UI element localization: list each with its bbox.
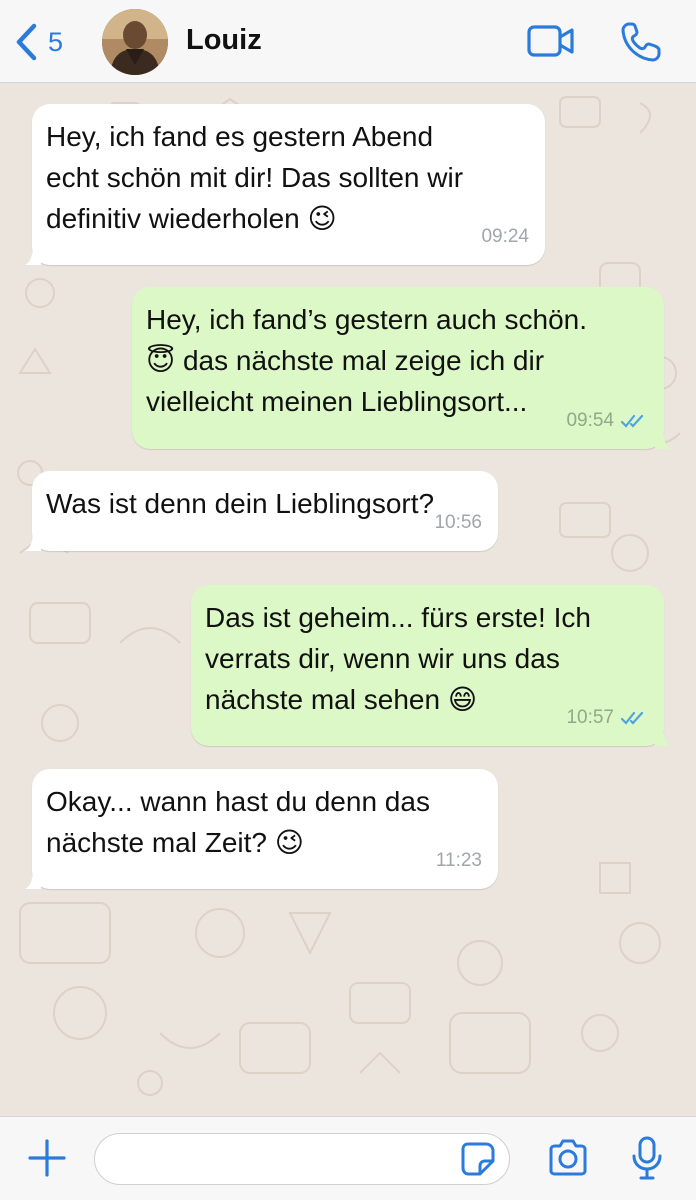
video-call-icon <box>527 25 574 57</box>
camera-icon <box>549 1139 587 1176</box>
back-button[interactable]: 5 <box>14 20 63 64</box>
message-bubble-incoming[interactable]: Was ist denn dein Lieblingsort? 10:56 <box>25 471 498 551</box>
message-text: Hey, ich fand’s gestern auch schön. <box>146 304 587 335</box>
message-text: Was ist denn dein Lieblingsort? <box>46 488 435 519</box>
message-time: 09:24 <box>481 226 529 247</box>
message-bubble-incoming[interactable]: Okay... wann hast du denn das nächste ma… <box>25 769 498 889</box>
microphone-icon <box>632 1136 662 1180</box>
read-receipt-icon <box>620 414 644 428</box>
message-text: definitiv wiederholen 😉 <box>46 203 337 234</box>
sticker-button[interactable] <box>460 1141 496 1182</box>
microphone-button[interactable] <box>630 1135 664 1186</box>
message-bubble-outgoing[interactable]: Hey, ich fand’s gestern auch schön. 😇 da… <box>132 287 671 449</box>
chevron-left-icon <box>16 23 37 61</box>
message-text: echt schön mit dir! Das sollten wir <box>46 162 464 193</box>
attach-button[interactable] <box>26 1137 68 1184</box>
message-text: Okay... wann hast du denn das <box>46 786 430 817</box>
contact-name[interactable]: Louiz <box>186 24 262 57</box>
voice-call-button[interactable] <box>619 20 663 69</box>
camera-button[interactable] <box>547 1139 589 1182</box>
message-time: 09:54 <box>566 410 614 431</box>
video-call-button[interactable] <box>526 20 576 67</box>
avatar[interactable] <box>102 9 168 75</box>
message-text: Hey, ich fand es gestern Abend <box>46 121 434 152</box>
message-input[interactable] <box>94 1133 510 1185</box>
message-text: verrats dir, wenn wir uns das <box>205 643 560 674</box>
read-receipt-icon <box>620 711 644 725</box>
message-time: 10:57 <box>566 707 614 728</box>
message-time: 11:23 <box>435 850 482 871</box>
chat-header: 5 Louiz <box>0 0 696 83</box>
message-text: nächste mal Zeit? 😉 <box>46 827 304 858</box>
message-text: Das ist geheim... fürs erste! Ich <box>205 602 591 633</box>
message-bubble-incoming[interactable]: Hey, ich fand es gestern Abend echt schö… <box>25 104 545 265</box>
message-input-bar <box>0 1116 696 1200</box>
chat-area[interactable]: Hey, ich fand es gestern Abend echt schö… <box>0 83 696 1116</box>
sticker-icon <box>461 1142 495 1176</box>
plus-icon <box>28 1139 66 1177</box>
message-time: 10:56 <box>434 512 482 533</box>
message-text: 😇 das nächste mal zeige ich dir <box>146 345 545 376</box>
message-bubble-outgoing[interactable]: Das ist geheim... fürs erste! Ich verrat… <box>191 585 671 746</box>
unread-count: 5 <box>48 26 64 57</box>
phone-icon <box>621 22 661 62</box>
